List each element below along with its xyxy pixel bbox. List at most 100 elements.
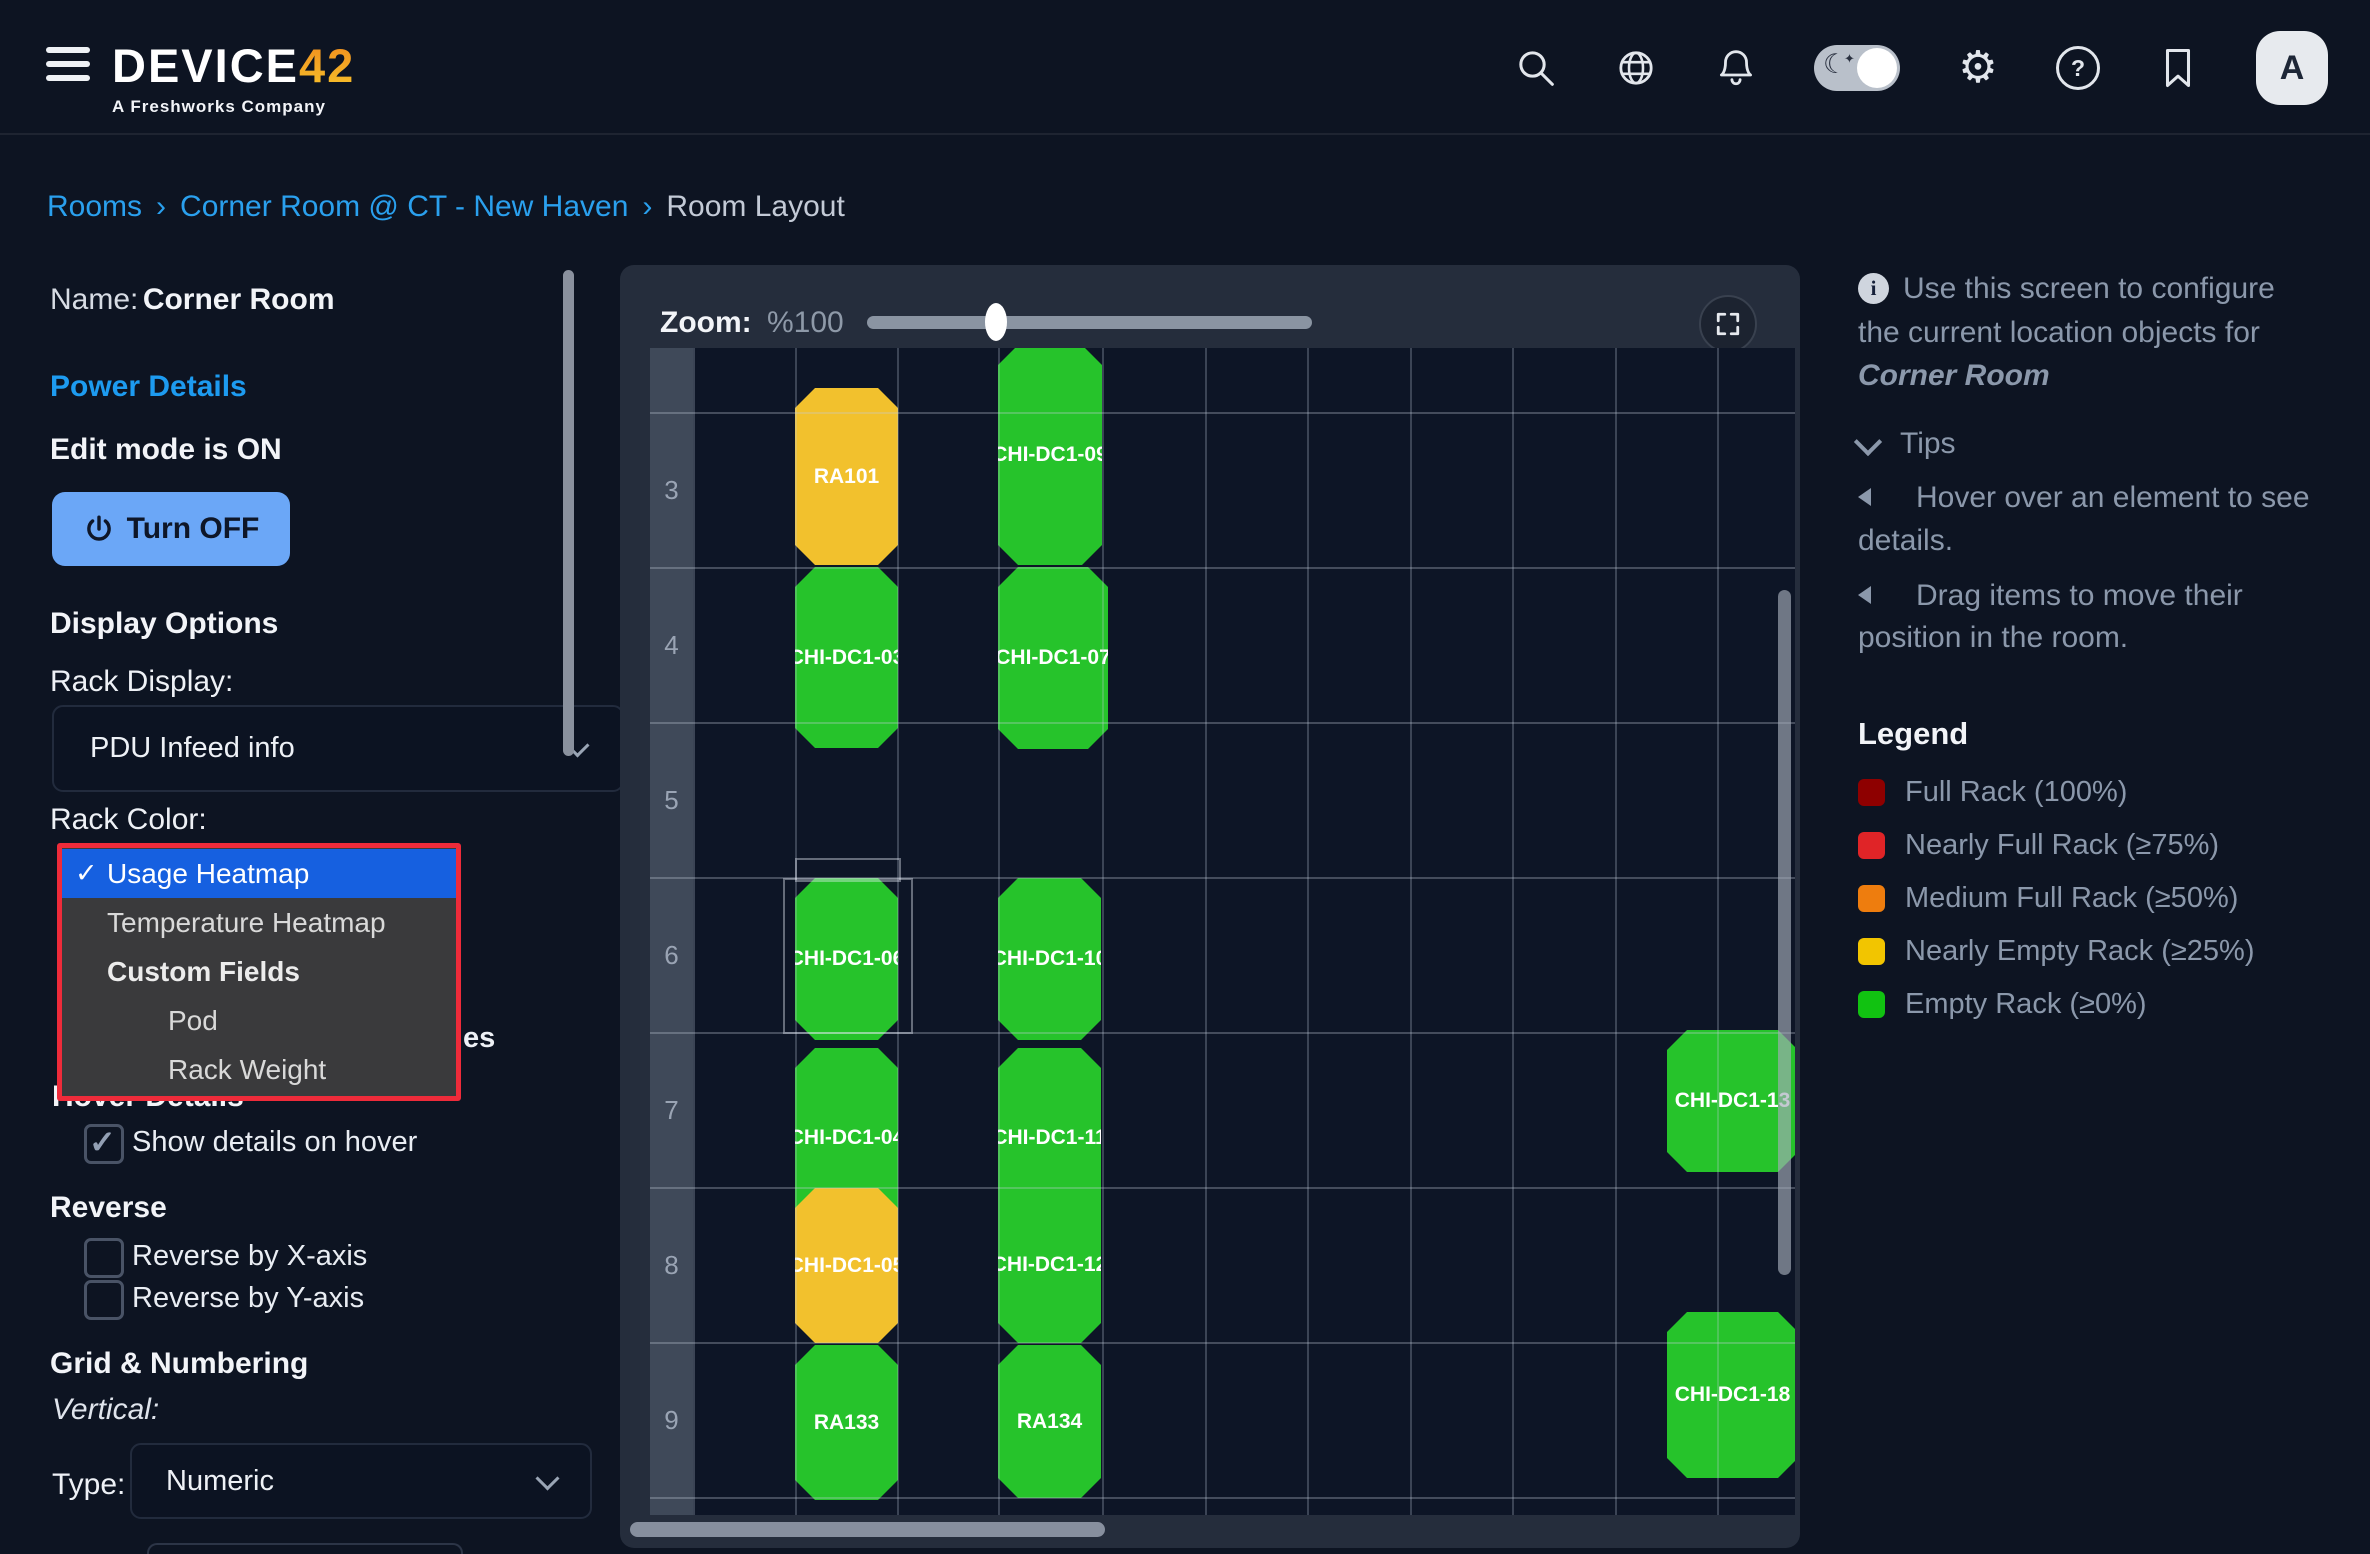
zoom-label: Zoom: (660, 306, 752, 340)
rack-CHI-DC1-18[interactable]: CHI-DC1-18 (1667, 1312, 1795, 1478)
device42-logo[interactable]: DEVICE42 A Freshworks Company (112, 38, 355, 117)
legend-label: Medium Full Rack (≥50%) (1905, 882, 2238, 915)
reverse-x-checkbox[interactable] (84, 1238, 124, 1278)
vertical-label: Vertical: (52, 1393, 159, 1427)
tips-collapse-chevron-icon[interactable] (1854, 428, 1882, 456)
notifications-bell-icon[interactable] (1714, 46, 1758, 90)
rack-label: CHI-DC1-07 (995, 646, 1111, 670)
rack-label: CHI-DC1-12 (992, 1253, 1108, 1277)
zoom-slider-track[interactable] (867, 316, 1312, 329)
rack-label: RA134 (1017, 1410, 1082, 1434)
globe-icon[interactable] (1614, 46, 1658, 90)
display-options-heading: Display Options (50, 607, 278, 641)
show-details-label: Show details on hover (132, 1126, 417, 1159)
row-number: 5 (650, 785, 693, 816)
rack-RA101[interactable]: RA101 (795, 388, 898, 565)
vertical-type-select[interactable]: Numeric (130, 1443, 592, 1519)
sidebar-scrollbar[interactable] (563, 270, 574, 756)
rack-label: RA133 (814, 1411, 879, 1435)
menu-item-temperature-heatmap[interactable]: Temperature Heatmap (62, 898, 456, 947)
grid-line-horizontal (650, 567, 1795, 569)
row-number: 9 (650, 1405, 693, 1436)
brand-text: DEVICE (112, 39, 299, 92)
legend-swatch (1858, 991, 1885, 1018)
info-icon (1858, 273, 1889, 304)
search-icon[interactable] (1514, 46, 1558, 90)
grid-line-vertical (1717, 348, 1719, 1515)
rack-label: CHI-DC1-03 (789, 646, 905, 670)
grid-vertical-scrollbar[interactable] (1778, 590, 1791, 1275)
brand-tagline: A Freshworks Company (112, 97, 355, 117)
theme-toggle[interactable]: ☾ ✦ (1814, 45, 1900, 91)
user-avatar[interactable]: A (2256, 31, 2328, 105)
hamburger-menu-icon[interactable] (46, 47, 90, 87)
rack-CHI-DC1-03[interactable]: CHI-DC1-03 (795, 567, 898, 748)
menu-item-pod[interactable]: Pod (62, 996, 456, 1045)
toggle-knob (1857, 48, 1897, 88)
reverse-y-checkbox[interactable] (84, 1280, 124, 1320)
info-room-name: Corner Room (1858, 359, 2050, 393)
settings-gear-icon[interactable]: ⚙ (1956, 46, 2000, 90)
legend-swatch (1858, 832, 1885, 859)
grid-line-horizontal (650, 1342, 1795, 1344)
legend-item: Full Rack (100%) (1858, 766, 2358, 819)
rack-RA133[interactable]: RA133 (795, 1345, 898, 1500)
grid-line-vertical (998, 348, 1000, 1515)
rack-label: CHI-DC1-13 (1675, 1089, 1791, 1113)
grid-line-vertical (1307, 348, 1309, 1515)
rack-label: CHI-DC1-04 (789, 1126, 905, 1150)
rack-display-select[interactable]: PDU Infeed info (52, 705, 624, 792)
partial-select-bottom[interactable] (147, 1543, 463, 1554)
menu-item-custom-fields[interactable]: Custom Fields (62, 947, 456, 996)
grid-horizontal-scrollbar[interactable] (630, 1522, 1105, 1537)
power-details-link[interactable]: Power Details (50, 370, 247, 404)
room-layout-canvas: Zoom: %100 3456789RA101CHI-DC1-09CHI-DC1… (620, 265, 1800, 1548)
grid-line-horizontal (650, 1497, 1795, 1499)
legend-swatch (1858, 885, 1885, 912)
legend-label: Empty Rack (≥0%) (1905, 988, 2147, 1021)
help-icon[interactable] (2056, 46, 2100, 90)
selection-outline (795, 858, 901, 882)
hidden-text-fragment: es (463, 1022, 495, 1055)
header-divider (0, 133, 2370, 135)
menu-item-rack-weight[interactable]: Rack Weight (62, 1045, 456, 1094)
turn-off-label: Turn OFF (127, 512, 260, 546)
grid-line-vertical (1205, 348, 1207, 1515)
grid-line-horizontal (650, 412, 1795, 414)
rack-color-label: Rack Color: (50, 803, 207, 837)
top-icon-row: ☾ ✦ ⚙ A (1514, 32, 2328, 104)
tip1-line-1: Hover over an element to see (1916, 481, 2310, 515)
turn-off-button[interactable]: Turn OFF (52, 492, 290, 566)
room-name-label: Name: (50, 283, 138, 316)
tips-heading[interactable]: Tips (1900, 427, 1956, 461)
app-root: DEVICE42 A Freshworks Company ☾ ✦ ⚙ (0, 0, 2370, 1554)
legend-label: Full Rack (100%) (1905, 776, 2127, 809)
chevron-down-icon (535, 1466, 559, 1490)
fullscreen-button[interactable] (1699, 295, 1757, 353)
type-label: Type: (52, 1468, 125, 1502)
legend-heading: Legend (1858, 716, 1968, 752)
reverse-y-label: Reverse by Y-axis (132, 1282, 364, 1315)
rack-CHI-DC1-05[interactable]: CHI-DC1-05 (795, 1188, 898, 1343)
row-number: 7 (650, 1095, 693, 1126)
show-details-checkbox[interactable] (84, 1124, 124, 1164)
grid-line-horizontal (650, 722, 1795, 724)
rack-display-label: Rack Display: (50, 665, 233, 699)
bookmark-icon[interactable] (2156, 46, 2200, 90)
rack-CHI-DC1-12[interactable]: CHI-DC1-12 (998, 1186, 1101, 1343)
rack-label: CHI-DC1-10 (992, 947, 1108, 971)
legend-label: Nearly Full Rack (≥75%) (1905, 829, 2219, 862)
rack-CHI-DC1-09[interactable]: CHI-DC1-09 (998, 348, 1102, 565)
rack-RA134[interactable]: RA134 (998, 1345, 1101, 1498)
room-name-row: Name: Corner Room (50, 283, 335, 317)
breadcrumb-item[interactable]: Rooms (47, 190, 142, 224)
selection-outline (783, 878, 913, 1034)
rack-label: CHI-DC1-05 (789, 1254, 905, 1278)
zoom-slider-thumb[interactable] (985, 303, 1007, 341)
menu-item-usage-heatmap[interactable]: Usage Heatmap (62, 849, 456, 898)
rack-CHI-DC1-13[interactable]: CHI-DC1-13 (1667, 1030, 1795, 1172)
breadcrumb-item[interactable]: Corner Room @ CT - New Haven (180, 190, 628, 224)
grid-numbering-heading: Grid & Numbering (50, 1347, 308, 1381)
reverse-x-label: Reverse by X-axis (132, 1240, 367, 1273)
rack-CHI-DC1-10[interactable]: CHI-DC1-10 (998, 878, 1101, 1040)
